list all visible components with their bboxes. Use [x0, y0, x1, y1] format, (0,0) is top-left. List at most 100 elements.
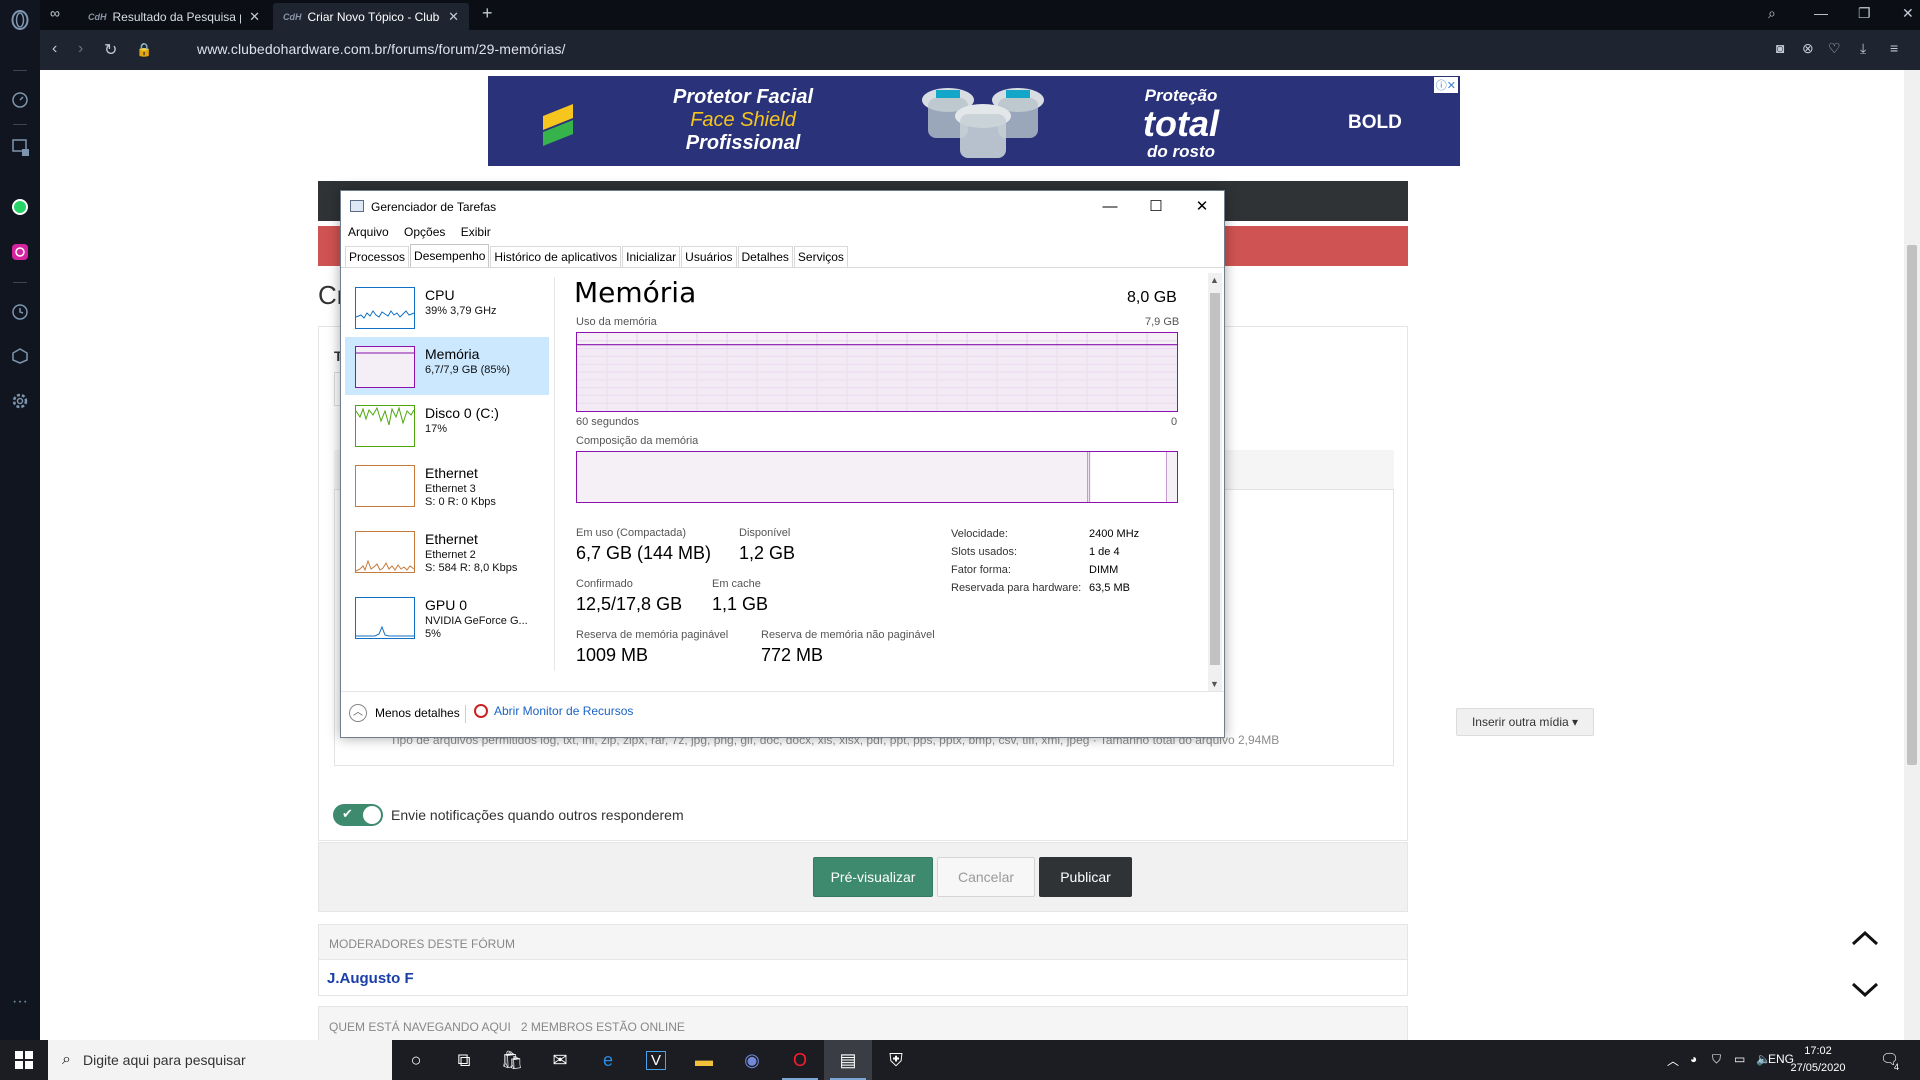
discord-icon[interactable]: ◉	[728, 1040, 776, 1080]
store-icon[interactable]: 🛍	[488, 1040, 536, 1080]
paged-pool-label: Reserva de memória paginável	[576, 629, 729, 641]
scroll-down-icon[interactable]	[1851, 974, 1879, 1005]
history-icon[interactable]	[8, 300, 32, 324]
publish-button[interactable]: Publicar	[1039, 857, 1132, 897]
spec-speed-value: 2400 MHz	[1089, 528, 1140, 540]
task-manager-titlebar[interactable]: Gerenciador de Tarefas — ☐ ✕	[341, 191, 1224, 223]
committed-label: Confirmado	[576, 578, 633, 590]
resource-item-cpu[interactable]: CPU 39% 3,79 GHz	[345, 278, 549, 336]
scroll-up-icon[interactable]	[1851, 922, 1879, 953]
tab-search-results[interactable]: CdH Resultado da Pesquisa por ✕	[78, 3, 270, 30]
minimize-icon[interactable]: —	[1814, 5, 1828, 21]
task-view-icon[interactable]: ⧉	[440, 1040, 488, 1080]
spec-speed-label: Velocidade:	[951, 528, 1008, 540]
notify-toggle[interactable]: ✔	[333, 804, 383, 826]
twitch-icon[interactable]	[8, 135, 32, 159]
resource-item-memory[interactable]: Memória 6,7/7,9 GB (85%)	[345, 337, 549, 395]
composition-modified-segment	[1087, 452, 1090, 502]
url-field[interactable]: www.clubedohardware.com.br/forums/forum/…	[197, 41, 566, 57]
ad-close-icon[interactable]: ⓘ✕	[1433, 77, 1458, 93]
tab-new-topic[interactable]: CdH Criar Novo Tópico - Clube ✕	[273, 3, 469, 30]
committed-value: 12,5/17,8 GB	[576, 594, 683, 614]
tab-servicos[interactable]: Serviços	[793, 246, 848, 267]
opera-logo-icon[interactable]	[8, 8, 32, 32]
more-options-icon[interactable]: ···	[8, 990, 32, 1014]
tray-chevron-icon[interactable]: ︿	[1667, 1052, 1679, 1069]
file-explorer-icon[interactable]: ▬	[680, 1040, 728, 1080]
new-tab-plus-icon[interactable]: +	[482, 3, 493, 24]
workspace-icon[interactable]: ∞	[50, 5, 60, 21]
speed-dial-icon[interactable]	[8, 88, 32, 112]
insert-media-button[interactable]: Inserir outra mídia ▾	[1456, 708, 1594, 736]
resource-item-gpu[interactable]: GPU 0 NVIDIA GeForce G... 5%	[345, 588, 549, 646]
back-icon[interactable]: ‹	[52, 40, 57, 58]
forward-icon[interactable]: ›	[78, 40, 83, 58]
reload-icon[interactable]: ↻	[104, 40, 117, 60]
spec-reserved-label: Reservada para hardware:	[951, 582, 1082, 594]
page-scrollbar[interactable]	[1904, 70, 1920, 1040]
paged-pool-value: 1009 MB	[576, 645, 649, 665]
resource-item-ethernet-2[interactable]: Ethernet Ethernet 2 S: 584 R: 8,0 Kbps	[345, 522, 549, 580]
steam-tray-icon[interactable]: ◕	[1690, 1052, 1697, 1066]
restore-icon[interactable]: ❐	[1858, 5, 1871, 22]
moderator-link[interactable]: J.Augusto F	[318, 960, 1408, 996]
bookmark-heart-icon[interactable]: ♡	[1828, 40, 1841, 57]
tab-processos[interactable]: Processos	[345, 246, 410, 267]
shield-tray-icon[interactable]: ⛉	[1712, 1052, 1721, 1067]
disk-mini-graph	[355, 405, 415, 447]
tm-scrollbar[interactable]: ▲ ▼	[1208, 273, 1222, 691]
snapshot-camera-icon[interactable]: ◙	[1776, 40, 1784, 56]
whatsapp-icon[interactable]	[8, 195, 32, 219]
tm-maximize-icon[interactable]: ☐	[1136, 195, 1176, 219]
resource-item-ethernet-3[interactable]: Ethernet Ethernet 3 S: 0 R: 0 Kbps	[345, 456, 549, 514]
close-window-icon[interactable]: ✕	[1902, 5, 1914, 22]
taskbar-clock[interactable]: 17:02 27/05/2020	[1788, 1043, 1848, 1077]
download-icon[interactable]: ⤓	[1860, 40, 1866, 57]
task-manager-window: Gerenciador de Tarefas — ☐ ✕ Arquivo Opç…	[340, 190, 1225, 738]
vegas-app-icon[interactable]: V	[632, 1040, 680, 1080]
menu-arquivo[interactable]: Arquivo	[348, 225, 389, 239]
windows-start-icon[interactable]	[0, 1040, 48, 1080]
cancel-button[interactable]: Cancelar	[937, 857, 1035, 897]
edge-icon[interactable]: e	[584, 1040, 632, 1080]
tab-historico[interactable]: Histórico de aplicativos	[490, 246, 622, 267]
less-details-button[interactable]: ︿ Menos detalhes	[349, 704, 460, 722]
scroll-down-arrow-icon[interactable]: ▼	[1210, 679, 1219, 689]
scroll-up-arrow-icon[interactable]: ▲	[1210, 275, 1219, 285]
resource-item-disk[interactable]: Disco 0 (C:) 17%	[345, 396, 549, 454]
menu-opcoes[interactable]: Opções	[404, 225, 445, 239]
taskbar-search-box[interactable]: ⌕ Digite aqui para pesquisar	[48, 1040, 392, 1080]
opera-taskbar-icon[interactable]: O	[776, 1040, 824, 1080]
tab-inicializar[interactable]: Inicializar	[622, 246, 681, 267]
tm-close-icon[interactable]: ✕	[1182, 195, 1222, 219]
page-scrollbar-thumb[interactable]	[1907, 245, 1917, 765]
security-shield-icon[interactable]: ⛨	[872, 1040, 920, 1080]
tab-usuarios[interactable]: Usuários	[681, 246, 737, 267]
settings-gear-icon[interactable]	[8, 389, 32, 413]
search-tabs-icon[interactable]: ⌕	[1768, 5, 1776, 22]
adblock-icon[interactable]: ⊗	[1802, 40, 1814, 57]
in-use-value: 6,7 GB (144 MB)	[576, 543, 712, 563]
close-tab-icon[interactable]: ✕	[249, 9, 260, 25]
tab-detalhes[interactable]: Detalhes	[737, 246, 793, 267]
tm-footer: ︿ Menos detalhes Abrir Monitor de Recurs…	[341, 691, 1224, 737]
opera-sidebar: ···	[0, 0, 40, 1040]
task-manager-taskbar-icon[interactable]: ▤	[824, 1040, 872, 1080]
spec-slots-label: Slots usados:	[951, 546, 1018, 558]
cortana-icon[interactable]: ○	[392, 1040, 440, 1080]
tab-desempenho[interactable]: Desempenho	[410, 244, 490, 267]
extensions-cube-icon[interactable]	[8, 344, 32, 368]
ad-banner[interactable]: Protetor Facial Face Shield Profissional…	[488, 76, 1460, 166]
menu-exibir[interactable]: Exibir	[461, 225, 491, 239]
menu-icon[interactable]: ≡	[1890, 40, 1898, 56]
preview-button[interactable]: Pré-visualizar	[813, 857, 933, 897]
mail-icon[interactable]: ✉	[536, 1040, 584, 1080]
instagram-icon[interactable]	[8, 240, 32, 264]
nonpaged-pool-label: Reserva de memória não paginável	[761, 629, 935, 641]
open-resource-monitor-link[interactable]: Abrir Monitor de Recursos	[474, 704, 633, 718]
nonpaged-pool-value: 772 MB	[761, 645, 824, 665]
tm-minimize-icon[interactable]: —	[1090, 195, 1130, 219]
network-tray-icon[interactable]: ▭	[1734, 1052, 1745, 1066]
tm-scrollbar-thumb[interactable]	[1210, 293, 1220, 665]
close-tab-icon[interactable]: ✕	[448, 9, 459, 25]
